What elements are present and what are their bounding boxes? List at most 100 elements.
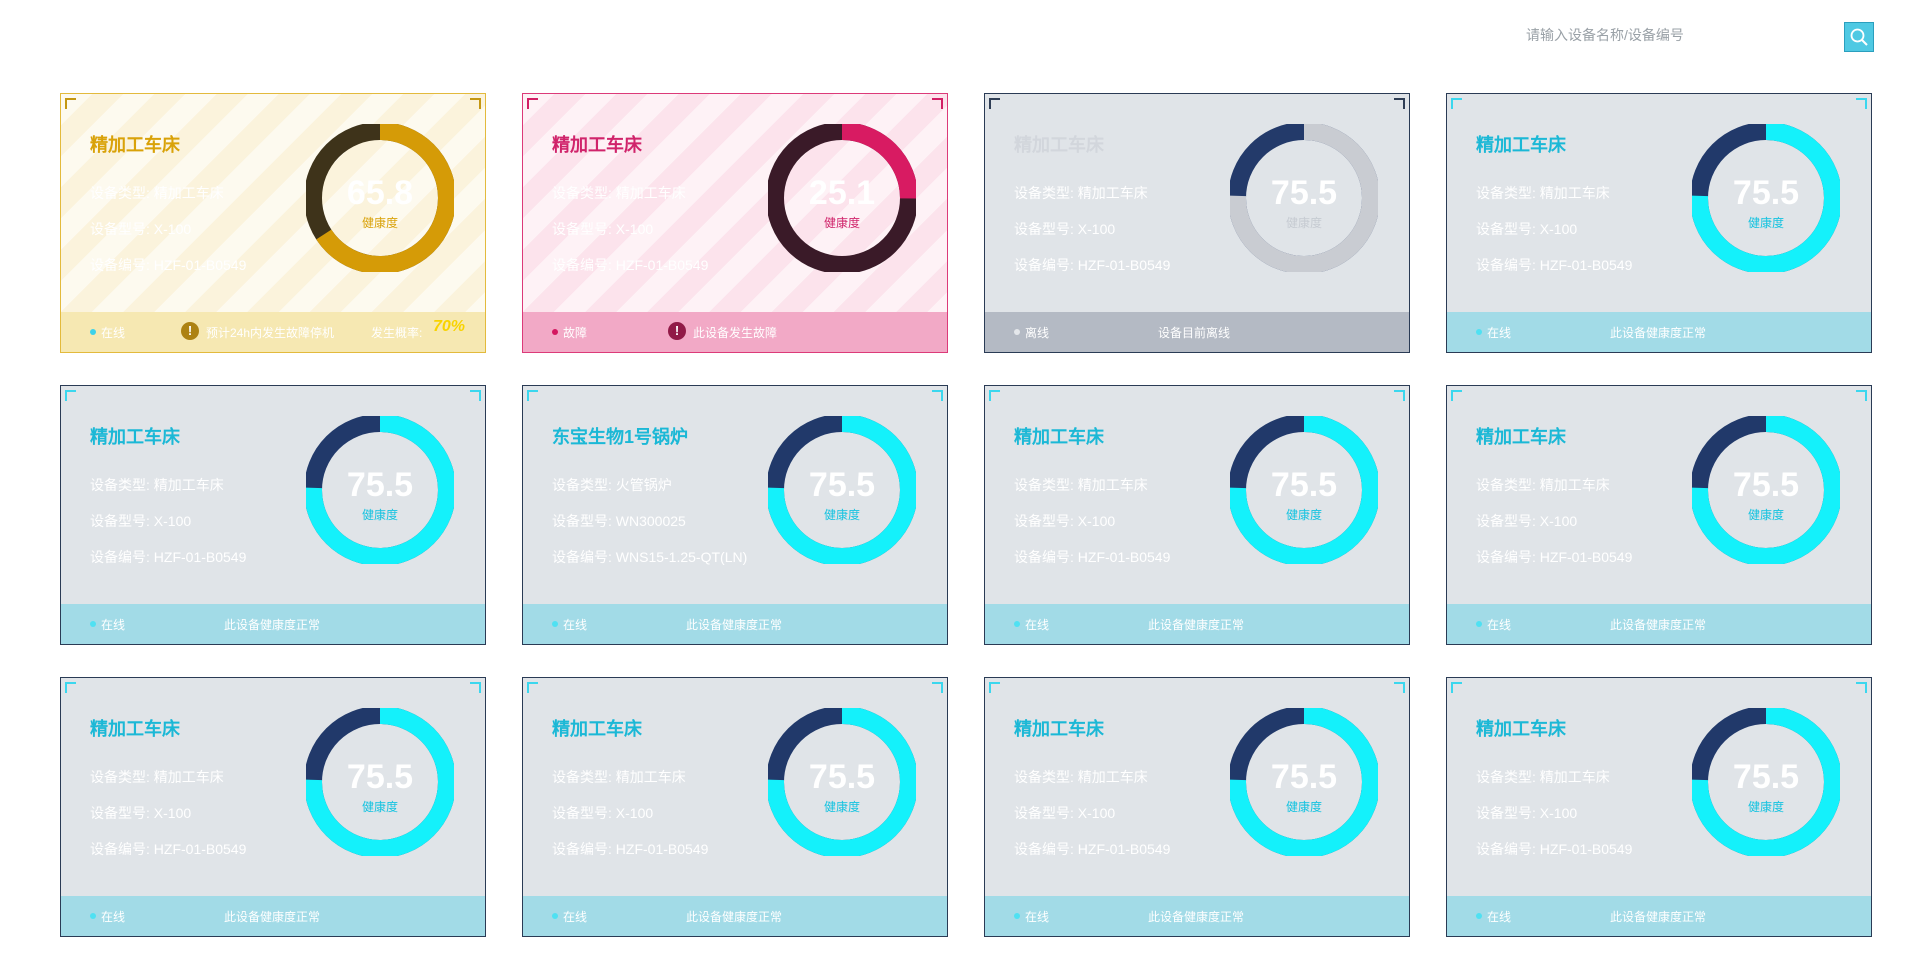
- device-card[interactable]: 精加工车床 设备类型: 精加工车床 设备型号: X-100 设备编号: HZF-01-…: [1446, 385, 1872, 645]
- device-card[interactable]: 精加工车床 设备类型: 精加工车床 设备型号: X-100 设备编号: HZF-01-…: [522, 93, 948, 353]
- device-serial-value: HZF-01-B0549: [615, 257, 709, 273]
- device-serial-row: 设备编号: HZF-01-B0549: [90, 839, 246, 859]
- device-serial-value: HZF-01-B0549: [1077, 841, 1171, 857]
- device-model-row: 设备型号: X-100: [1476, 511, 1577, 531]
- device-name: 精加工车床: [1014, 427, 1104, 447]
- status-dot: [552, 913, 558, 919]
- status-text: 在线: [563, 618, 588, 632]
- health-label: 健康度: [361, 800, 398, 814]
- corner-mark: [1394, 682, 1405, 693]
- card-footer: 故障! 此设备发生故障: [523, 312, 947, 352]
- device-type-row: 设备类型: 精加工车床: [552, 767, 686, 787]
- device-serial-label: 设备编号:: [552, 549, 612, 565]
- health-label: 健康度: [361, 216, 398, 230]
- corner-mark: [932, 98, 943, 109]
- health-gauge: 65.8 健康度: [304, 122, 456, 274]
- device-serial-value: HZF-01-B0549: [153, 841, 247, 857]
- device-model-row: 设备型号: X-100: [1014, 803, 1115, 823]
- status-text: 故障: [563, 326, 588, 340]
- card-footer: 在线 此设备健康度正常: [61, 896, 485, 936]
- device-card[interactable]: 精加工车床 设备类型: 精加工车床 设备型号: X-100 设备编号: HZF-01-…: [1446, 677, 1872, 937]
- status-text: 在线: [101, 326, 126, 340]
- device-serial-label: 设备编号:: [1014, 257, 1074, 273]
- device-model-row: 设备型号: X-100: [1476, 219, 1577, 239]
- status-message: 此设备发生故障: [693, 326, 778, 340]
- health-label: 健康度: [823, 508, 860, 522]
- status-message: 此设备健康度正常: [224, 618, 321, 632]
- device-model-value: X-100: [615, 221, 654, 237]
- device-type-label: 设备类型:: [1476, 477, 1536, 493]
- status-dot: [1476, 621, 1482, 627]
- device-type-label: 设备类型:: [552, 185, 612, 201]
- health-label: 健康度: [823, 216, 860, 230]
- device-card[interactable]: 精加工车床设备类型: 精加工车床 设备型号: X-100 设备编号: HZF-01-…: [984, 677, 1410, 937]
- device-serial-value: HZF-01-B0549: [1539, 841, 1633, 857]
- health-label: 健康度: [1285, 216, 1322, 230]
- device-name: 精加工车床: [1014, 719, 1104, 739]
- probability-value: 70%: [433, 318, 466, 335]
- device-model-value: X-100: [153, 805, 192, 821]
- device-serial-label: 设备编号:: [90, 549, 150, 565]
- device-serial-value: HZF-01-B0549: [615, 841, 709, 857]
- device-model-label: 设备型号:: [1014, 805, 1074, 821]
- device-serial-value: HZF-01-B0549: [153, 257, 247, 273]
- device-name: 精加工车床: [90, 719, 180, 739]
- health-label: 健康度: [823, 800, 860, 814]
- device-name: 精加工车床: [1014, 135, 1104, 155]
- device-card[interactable]: 精加工车床 设备类型: 精加工车床 设备型号: X-100 设备编号: HZF-01-…: [522, 677, 948, 937]
- device-card[interactable]: 东宝生物1号锅炉 设备类型: 火管锅炉 设备型号: WN300025 设备编号: WN…: [522, 385, 948, 645]
- search-input[interactable]: [1520, 22, 1802, 48]
- health-value: 75.5: [1732, 758, 1800, 796]
- device-card[interactable]: 精加工车床 设备类型: 精加工车床 设备型号: X-100 设备编号: HZF-01-…: [984, 385, 1410, 645]
- health-gauge: 75.5 健康度: [1690, 706, 1842, 858]
- status-text: 在线: [1487, 618, 1512, 632]
- device-serial-label: 设备编号:: [1014, 841, 1074, 857]
- health-label: 健康度: [1747, 508, 1784, 522]
- device-model-row: 设备型号: X-100: [90, 803, 191, 823]
- corner-mark: [1451, 682, 1462, 693]
- device-type-row: 设备类型: 精加工车床: [90, 767, 224, 787]
- device-type-row: 设备类型: 精加工车床: [1014, 767, 1148, 787]
- status-dot: [90, 329, 96, 335]
- corner-mark: [65, 390, 76, 401]
- device-card[interactable]: 精加工车床设备类型: 精加工车床 设备型号: X-100 设备编号: HZF-01-…: [60, 677, 486, 937]
- device-card[interactable]: 精加工车床 设备类型: 精加工车床 设备型号: X-100 设备编号: HZF-01-…: [60, 385, 486, 645]
- device-type-label: 设备类型:: [552, 477, 612, 493]
- device-model-row: 设备型号: X-100: [1014, 219, 1115, 239]
- health-gauge: 25.1 健康度: [766, 122, 918, 274]
- device-model-row: 设备型号: X-100: [552, 219, 653, 239]
- probability-label: 发生概率:: [371, 326, 423, 340]
- corner-mark: [65, 98, 76, 109]
- device-type-row: 设备类型: 精加工车床: [90, 475, 224, 495]
- health-gauge: 75.5 健康度: [766, 414, 918, 566]
- status-message: 此设备健康度正常: [1610, 618, 1707, 632]
- health-gauge: 75.5 健康度: [1690, 414, 1842, 566]
- device-serial-value: HZF-01-B0549: [153, 549, 247, 565]
- corner-mark: [527, 98, 538, 109]
- status-dot: [1014, 621, 1020, 627]
- device-type-value: 精加工车床: [153, 477, 224, 493]
- device-name: 精加工车床: [90, 427, 180, 447]
- search-button[interactable]: [1844, 22, 1874, 52]
- device-card[interactable]: 精加工车床 设备类型: 精加工车床 设备型号: X-100 设备编号: HZF-01-…: [60, 93, 486, 353]
- health-gauge: 75.5 健康度: [304, 414, 456, 566]
- status-message: 此设备健康度正常: [686, 618, 783, 632]
- corner-mark: [65, 682, 76, 693]
- device-model-value: X-100: [153, 221, 192, 237]
- device-serial-row: 设备编号: WNS15-1.25-QT(LN): [552, 547, 747, 567]
- device-serial-label: 设备编号:: [1476, 549, 1536, 565]
- device-model-row: 设备型号: X-100: [90, 511, 191, 531]
- device-type-value: 火管锅炉: [615, 477, 672, 493]
- health-label: 健康度: [361, 508, 398, 522]
- card-footer: 在线 此设备健康度正常: [1447, 604, 1871, 644]
- device-serial-row: 设备编号: HZF-01-B0549: [1014, 547, 1170, 567]
- device-card[interactable]: 精加工车床 设备类型: 精加工车床 设备型号: X-100 设备编号: HZF-01-…: [984, 93, 1410, 353]
- device-model-label: 设备型号:: [1014, 221, 1074, 237]
- status-message: 预计24h内发生故障停机: [206, 326, 335, 340]
- corner-mark: [989, 390, 1000, 401]
- health-label: 健康度: [1285, 508, 1322, 522]
- fault-icon: !: [668, 322, 686, 340]
- device-card[interactable]: 精加工车床 设备类型: 精加工车床 设备型号: X-100 设备编号: HZF-01-…: [1446, 93, 1872, 353]
- status-message: 此设备健康度正常: [1148, 618, 1245, 632]
- corner-mark: [932, 390, 943, 401]
